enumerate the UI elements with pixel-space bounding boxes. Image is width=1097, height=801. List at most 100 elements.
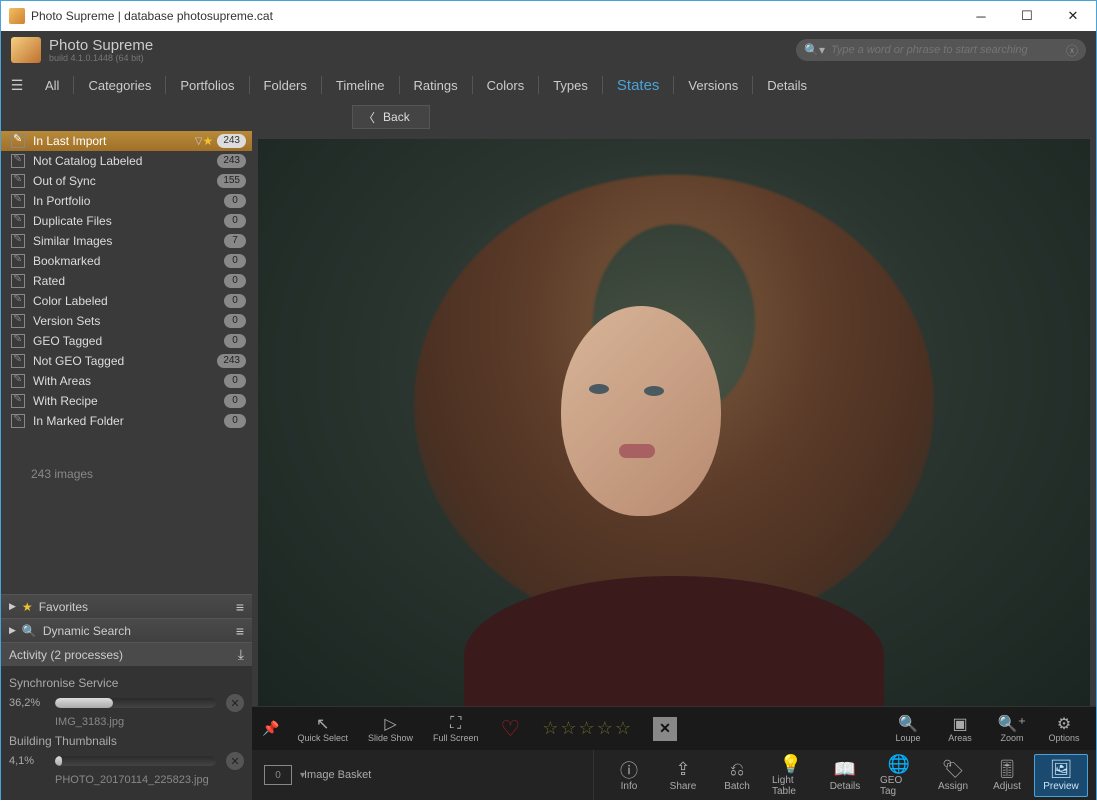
- search-input[interactable]: [831, 44, 1066, 56]
- cancel-task-button[interactable]: ✕: [226, 694, 244, 712]
- tab-colors[interactable]: Colors: [473, 69, 539, 101]
- sidebar: In Last Import ▽ ★ 243 Not Catalog Label…: [1, 101, 252, 800]
- star-4[interactable]: ☆: [597, 718, 613, 739]
- rating-stars[interactable]: ☆ ☆ ☆ ☆ ☆: [536, 718, 637, 739]
- window-title: Photo Supreme | database photosupreme.ca…: [31, 9, 958, 23]
- light-table-button[interactable]: 💡Light Table: [764, 749, 818, 801]
- star-3[interactable]: ☆: [579, 718, 595, 739]
- tag-icon: 🏷: [942, 759, 965, 781]
- dropdown-icon[interactable]: ▽: [195, 136, 203, 147]
- options-button[interactable]: ⚙Options: [1042, 713, 1086, 745]
- activity-panel: Synchronise Service 36,2% ✕ IMG_3183.jpg…: [1, 666, 252, 800]
- state-out-of-sync[interactable]: Out of Sync155: [1, 171, 252, 191]
- collapse-icon[interactable]: ⤓: [238, 646, 244, 663]
- star-2[interactable]: ☆: [560, 718, 576, 739]
- close-button[interactable]: ✕: [1050, 1, 1096, 31]
- dynamic-search-panel-header[interactable]: ▶ 🔍 Dynamic Search ≡: [1, 618, 252, 642]
- share-icon: ⇪: [675, 759, 690, 781]
- quick-select-button[interactable]: ↖Quick Select: [291, 713, 354, 745]
- adjust-button[interactable]: 🎚Adjust: [980, 755, 1034, 796]
- state-version-sets[interactable]: Version Sets0: [1, 311, 252, 331]
- back-button[interactable]: 〈 Back: [352, 105, 430, 129]
- state-label: In Last Import: [33, 134, 189, 148]
- tab-types[interactable]: Types: [539, 69, 602, 101]
- star-icon: ★: [203, 134, 214, 148]
- minimize-button[interactable]: ─: [958, 1, 1004, 31]
- search-icon: 🔍▾: [804, 43, 825, 57]
- tab-states[interactable]: States: [603, 69, 674, 101]
- favorites-label: Favorites: [39, 600, 88, 614]
- tab-all[interactable]: All: [31, 69, 73, 101]
- sliders-icon: 🎚: [996, 759, 1019, 781]
- state-bookmarked[interactable]: Bookmarked0: [1, 251, 252, 271]
- checkbox-icon: [11, 354, 25, 368]
- fullscreen-button[interactable]: ⛶Full Screen: [427, 713, 485, 745]
- image-basket[interactable]: 0 Image Basket: [252, 750, 594, 800]
- tab-versions[interactable]: Versions: [674, 69, 752, 101]
- image-preview[interactable]: [258, 139, 1090, 706]
- preview-button[interactable]: 🖼Preview: [1034, 754, 1088, 797]
- panel-menu-icon[interactable]: ≡: [236, 623, 244, 639]
- checkbox-icon: [11, 374, 25, 388]
- state-similar-images[interactable]: Similar Images7: [1, 231, 252, 251]
- hamburger-button[interactable]: ☰: [3, 69, 31, 101]
- tab-timeline[interactable]: Timeline: [322, 69, 399, 101]
- star-1[interactable]: ☆: [542, 718, 558, 739]
- details-button[interactable]: 📖Details: [818, 755, 872, 796]
- task-file: IMG_3183.jpg: [55, 716, 244, 728]
- state-geo-tagged[interactable]: GEO Tagged0: [1, 331, 252, 351]
- progress-bar: [55, 698, 216, 708]
- reject-button[interactable]: ✕: [653, 717, 677, 741]
- main-panel: 📌 ↖Quick Select ▷Slide Show ⛶Full Screen…: [252, 101, 1096, 800]
- play-icon: ▷: [384, 715, 396, 733]
- state-in-last-import[interactable]: In Last Import ▽ ★ 243: [1, 131, 252, 151]
- assign-button[interactable]: 🏷Assign: [926, 755, 980, 796]
- star-5[interactable]: ☆: [615, 718, 631, 739]
- favorite-heart-icon[interactable]: ♡: [493, 716, 529, 742]
- areas-button[interactable]: ▣Areas: [938, 713, 982, 745]
- state-count: 243: [217, 134, 246, 148]
- state-color-labeled[interactable]: Color Labeled0: [1, 291, 252, 311]
- state-with-recipe[interactable]: With Recipe0: [1, 391, 252, 411]
- maximize-button[interactable]: ☐: [1004, 1, 1050, 31]
- state-rated[interactable]: Rated0: [1, 271, 252, 291]
- search-clear-icon[interactable]: ⓧ: [1066, 42, 1078, 59]
- loupe-button[interactable]: 🔍Loupe: [886, 713, 930, 745]
- checkbox-icon: [11, 194, 25, 208]
- zoom-button[interactable]: 🔍⁺Zoom: [990, 713, 1034, 745]
- geo-tag-button[interactable]: 🌐GEO Tag: [872, 749, 926, 801]
- lamp-icon: 💡: [780, 753, 802, 775]
- nav-tabs: ☰ All Categories Portfolios Folders Time…: [1, 69, 1096, 101]
- magnifier-icon: 🔍: [898, 715, 918, 733]
- checkbox-icon: [11, 314, 25, 328]
- task-percent: 4,1%: [9, 755, 45, 767]
- selection-icon: ▣: [952, 715, 967, 733]
- cancel-task-button[interactable]: ✕: [226, 752, 244, 770]
- activity-panel-header[interactable]: Activity (2 processes) ⤓: [1, 642, 252, 666]
- state-not-geo-tagged[interactable]: Not GEO Tagged243: [1, 351, 252, 371]
- state-duplicate-files[interactable]: Duplicate Files0: [1, 211, 252, 231]
- tab-portfolios[interactable]: Portfolios: [166, 69, 248, 101]
- window-titlebar: Photo Supreme | database photosupreme.ca…: [1, 1, 1096, 31]
- tab-folders[interactable]: Folders: [250, 69, 321, 101]
- checkbox-icon: [11, 394, 25, 408]
- state-not-catalog-labeled[interactable]: Not Catalog Labeled243: [1, 151, 252, 171]
- task-title: Building Thumbnails: [9, 734, 244, 748]
- search-field[interactable]: 🔍▾ ⓧ: [796, 39, 1086, 61]
- tab-details[interactable]: Details: [753, 69, 821, 101]
- expand-icon: ▶: [9, 601, 16, 612]
- state-in-portfolio[interactable]: In Portfolio0: [1, 191, 252, 211]
- panel-menu-icon[interactable]: ≡: [236, 599, 244, 615]
- tab-ratings[interactable]: Ratings: [400, 69, 472, 101]
- batch-button[interactable]: ⎌Batch: [710, 755, 764, 796]
- state-in-marked-folder[interactable]: In Marked Folder0: [1, 411, 252, 431]
- state-with-areas[interactable]: With Areas0: [1, 371, 252, 391]
- tab-categories[interactable]: Categories: [74, 69, 165, 101]
- info-button[interactable]: ⓘInfo: [602, 755, 656, 796]
- slideshow-button[interactable]: ▷Slide Show: [362, 713, 419, 745]
- checkbox-icon: [11, 174, 25, 188]
- share-button[interactable]: ⇪Share: [656, 755, 710, 796]
- favorites-panel-header[interactable]: ▶ ★ Favorites ≡: [1, 594, 252, 618]
- pin-icon[interactable]: 📌: [262, 720, 279, 737]
- app-icon: [9, 8, 25, 24]
